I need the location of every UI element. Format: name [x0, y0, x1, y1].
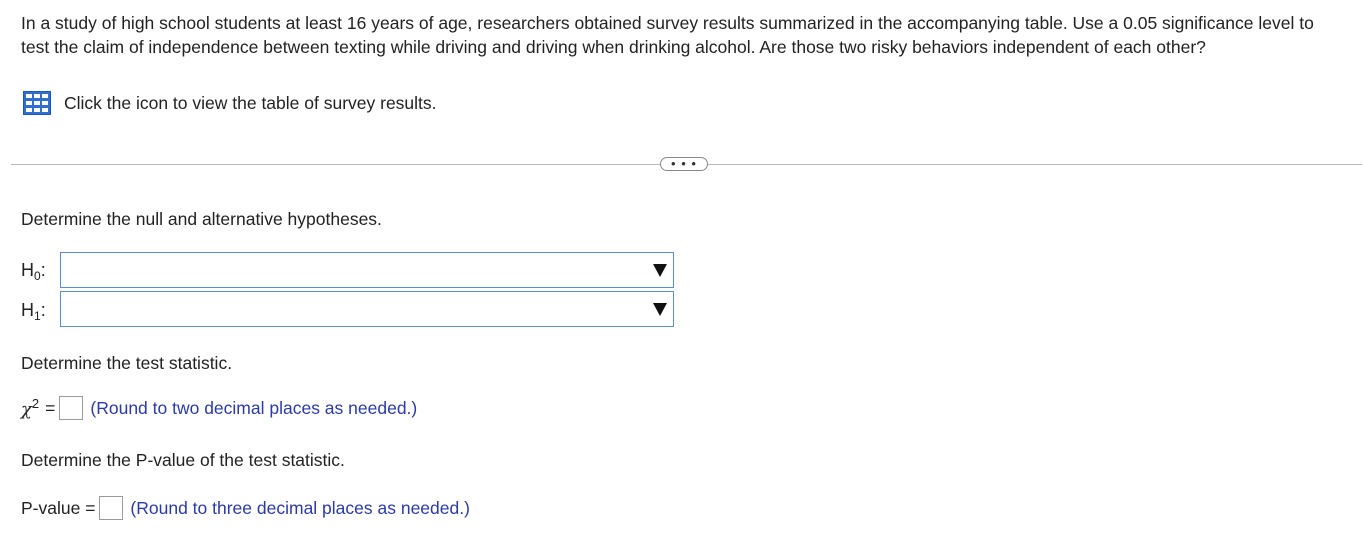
h1-dropdown[interactable]	[60, 291, 674, 327]
view-table-label[interactable]: Click the icon to view the table of surv…	[64, 93, 437, 114]
p-value-label: P-value =	[21, 497, 96, 518]
equals-sign: =	[45, 397, 56, 418]
chi-square-hint: (Round to two decimal places as needed.)	[90, 397, 418, 418]
dropdown-arrow-icon[interactable]	[653, 303, 667, 316]
table-icon[interactable]	[23, 91, 51, 115]
problem-statement: In a study of high school students at le…	[21, 13, 1314, 57]
p-value-prompt: Determine the P-value of the test statis…	[21, 450, 345, 470]
h0-label: H0:	[21, 260, 46, 283]
test-statistic-row: χ2 = (Round to two decimal places as nee…	[21, 396, 417, 420]
hypotheses-prompt: Determine the null and alternative hypot…	[21, 209, 382, 229]
test-statistic-prompt: Determine the test statistic.	[21, 353, 233, 373]
p-value-input[interactable]	[99, 496, 124, 520]
p-value-hint: (Round to three decimal places as needed…	[130, 497, 470, 518]
chi-square-input[interactable]	[59, 396, 84, 420]
chi-square-symbol: χ2	[21, 396, 40, 420]
expand-more-button[interactable]: • • •	[660, 157, 708, 171]
h0-dropdown[interactable]	[60, 252, 674, 288]
p-value-row: P-value = (Round to three decimal places…	[21, 496, 470, 520]
dropdown-arrow-icon[interactable]	[653, 264, 667, 277]
h1-label: H1:	[21, 300, 46, 323]
view-table-link[interactable]: Click the icon to view the table of surv…	[23, 91, 437, 115]
